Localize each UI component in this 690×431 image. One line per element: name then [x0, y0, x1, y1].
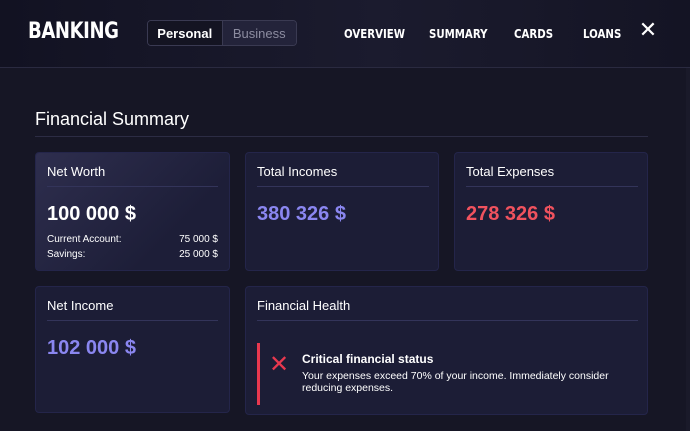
- brand-logo: BANKING: [28, 19, 119, 44]
- cross-icon: ✕: [269, 351, 290, 378]
- detail-value: 75 000 $: [179, 234, 218, 245]
- total-expenses-value: 278 326 $: [466, 203, 555, 225]
- card-title: Net Worth: [47, 164, 106, 179]
- card-title: Financial Health: [257, 298, 351, 313]
- detail-label: Current Account:: [47, 234, 122, 245]
- close-icon[interactable]: ✕: [638, 19, 658, 41]
- account-type-toggle: Personal Business: [147, 20, 297, 46]
- nav-overview[interactable]: OVERVIEW: [344, 27, 405, 41]
- total-incomes-card: Total Incomes 380 326 $: [245, 152, 439, 271]
- net-worth-value: 100 000 $: [47, 203, 136, 225]
- scrollbar[interactable]: [686, 68, 690, 431]
- card-divider: [466, 186, 638, 187]
- nav-cards[interactable]: CARDS: [514, 27, 553, 41]
- card-divider: [47, 186, 218, 187]
- alert-title: Critical financial status: [302, 352, 434, 366]
- card-divider: [257, 186, 429, 187]
- card-title: Total Incomes: [257, 164, 338, 179]
- top-bar: BANKING Personal Business OVERVIEW SUMMA…: [0, 0, 690, 68]
- title-divider: [35, 136, 648, 137]
- detail-value: 25 000 $: [179, 249, 218, 260]
- nav-summary[interactable]: SUMMARY: [429, 27, 488, 41]
- net-income-value: 102 000 $: [47, 337, 136, 359]
- toggle-business[interactable]: Business: [222, 21, 296, 45]
- card-divider: [47, 320, 218, 321]
- net-income-card: Net Income 102 000 $: [35, 286, 230, 413]
- detail-label: Savings:: [47, 249, 86, 260]
- card-title: Net Income: [47, 298, 114, 313]
- card-title: Total Expenses: [466, 164, 555, 179]
- total-expenses-card: Total Expenses 278 326 $: [454, 152, 648, 271]
- alert-message: Your expenses exceed 70% of your income.…: [302, 370, 609, 394]
- alert-accent-bar: [257, 343, 260, 405]
- net-worth-card: Net Worth 100 000 $ Current Account: 75 …: [35, 152, 230, 271]
- page-title: Financial Summary: [35, 109, 190, 129]
- financial-health-card: Financial Health ✕ Critical financial st…: [245, 286, 648, 415]
- total-incomes-value: 380 326 $: [257, 203, 346, 225]
- toggle-personal[interactable]: Personal: [148, 21, 223, 45]
- card-divider: [257, 320, 638, 321]
- nav-loans[interactable]: LOANS: [583, 27, 621, 41]
